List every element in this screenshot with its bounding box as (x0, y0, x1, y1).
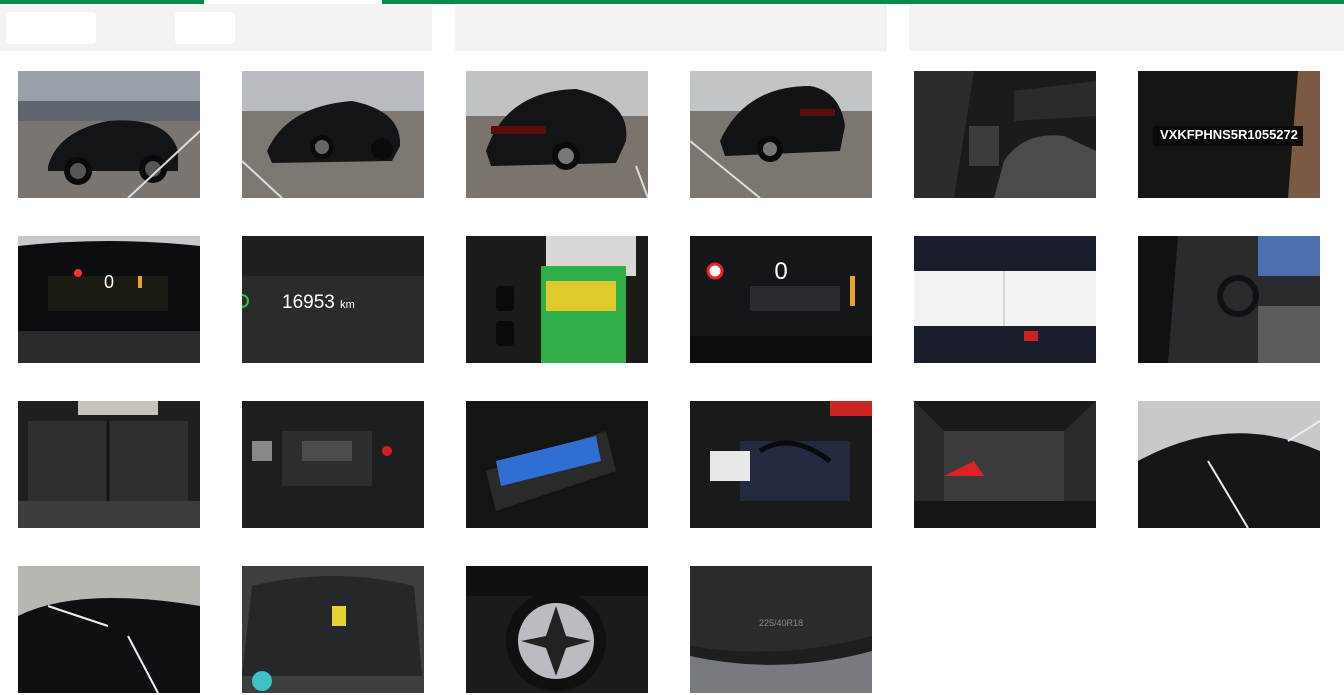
gallery-photo[interactable] (914, 236, 1096, 363)
vin-photo[interactable]: VXKFPHNS5R1055272 (1138, 71, 1320, 198)
odometer-unit: km (340, 299, 355, 311)
photo-gallery: VXKFPHNS5R1055272 0 16953 km 0 225/40R18 (18, 71, 1320, 693)
gallery-photo[interactable] (690, 71, 872, 198)
gallery-photo[interactable] (466, 401, 648, 528)
speed-readout: 0 (774, 258, 788, 285)
gallery-photo[interactable] (18, 401, 200, 528)
gallery-photo[interactable] (914, 401, 1096, 528)
odometer-photo[interactable]: 16953 km (242, 236, 424, 363)
gallery-photo[interactable] (242, 71, 424, 198)
gallery-photo[interactable] (914, 71, 1096, 198)
header-panel-right (909, 4, 1344, 51)
vin-text: VXKFPHNS5R1055272 (1159, 127, 1299, 142)
speed-readout: 0 (103, 272, 114, 292)
gallery-photo[interactable]: 0 (690, 236, 872, 363)
gallery-photo[interactable] (690, 401, 872, 528)
gallery-photo[interactable] (1138, 236, 1320, 363)
gallery-photo[interactable]: 0 (18, 236, 200, 363)
gallery-photo[interactable] (1138, 401, 1320, 528)
gallery-photo[interactable] (18, 71, 200, 198)
gallery-photo[interactable] (466, 71, 648, 198)
gallery-photo[interactable] (242, 401, 424, 528)
tire-size-text: 225/40R18 (758, 618, 804, 628)
gallery-photo[interactable] (242, 566, 424, 693)
gallery-photo[interactable] (466, 236, 648, 363)
header-pill[interactable] (6, 12, 96, 44)
tire-photo[interactable]: 225/40R18 (690, 566, 872, 693)
odometer-value: 16953 (282, 292, 335, 313)
header-panel-left (0, 4, 432, 51)
header-panel-middle (455, 4, 887, 51)
gallery-photo[interactable] (466, 566, 648, 693)
header-pill[interactable] (175, 12, 235, 44)
gallery-photo[interactable] (18, 566, 200, 693)
